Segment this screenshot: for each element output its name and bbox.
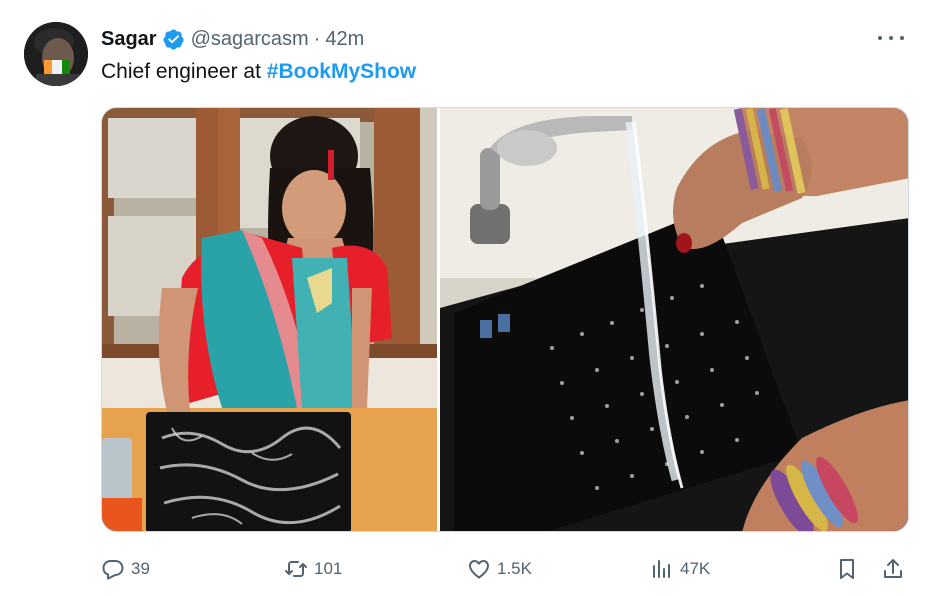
heart-icon [469, 560, 489, 579]
media-image [102, 108, 908, 531]
like-button[interactable]: 1.5K [467, 553, 532, 585]
views-count: 47K [680, 559, 711, 578]
share-icon [884, 559, 902, 578]
timestamp[interactable]: 42m [325, 28, 364, 51]
separator-dot: · [313, 27, 321, 50]
views-button[interactable]: 47K [650, 553, 710, 585]
retweet-icon [285, 561, 307, 577]
tweet-card: Sagar @sagarcasm · 42m Chief engineer at… [0, 0, 930, 596]
bookmark-icon [840, 559, 854, 579]
action-bar: 39 101 1.5K 47K [101, 553, 909, 585]
share-button[interactable] [881, 553, 905, 585]
views-icon [653, 560, 670, 578]
like-count: 1.5K [497, 559, 532, 578]
tweet-header: Sagar @sagarcasm · 42m [101, 26, 364, 52]
avatar[interactable] [24, 22, 88, 86]
tweet-text-body: Chief engineer at [101, 60, 267, 83]
reply-button[interactable]: 39 [101, 553, 150, 585]
tweet-text: Chief engineer at #BookMyShow [101, 60, 416, 84]
display-name[interactable]: Sagar [101, 28, 157, 51]
reply-icon [102, 560, 124, 580]
hashtag-link[interactable]: #BookMyShow [267, 60, 416, 83]
tweet-media[interactable] [101, 107, 909, 532]
reply-count: 39 [131, 559, 150, 578]
handle[interactable]: @sagarcasm [191, 28, 309, 51]
verified-badge-icon [162, 28, 185, 51]
retweet-button[interactable]: 101 [284, 553, 342, 585]
avatar-image [24, 22, 88, 86]
retweet-count: 101 [314, 559, 343, 578]
bookmark-button[interactable] [835, 553, 859, 585]
more-icon[interactable] [878, 28, 904, 48]
